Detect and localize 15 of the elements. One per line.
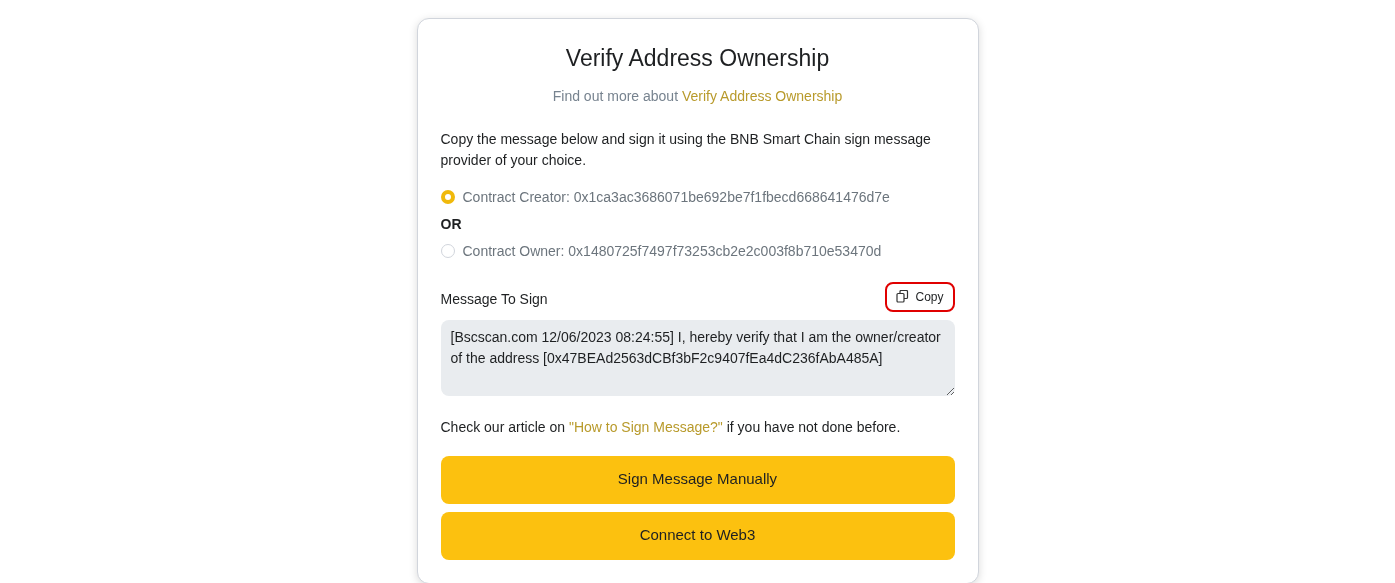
option-label: Contract Creator: 0x1ca3ac3686071be692be7f1fbecd668641476d7e [462,187,890,207]
article-note: Check our article on "How to Sign Message?" if you have not done before. [440,417,902,437]
field-label: Message To Sign [440,289,548,309]
copy-button[interactable]: Copy [885,281,955,312]
message-field[interactable]: [Bscscan.com 12/06/2023 08:24:55] I, hereby verify that I am the owner/creator of the address [0x47BEAd2563dCBf3bF2c9407fEa4dC236fAbA485A] [440,319,955,396]
copy-icon [896,290,910,303]
instructions-text: Copy the message below and sign it using the BNB Smart Chain sign message provider of your choice. [440,129,932,170]
subtitle-text: Find out more about Verify Address Ownership [551,86,844,106]
option-label: Contract Owner: 0x1480725f7497f73253cb2e2c003f8b710e53470d [462,241,882,261]
page-title: Verify Address Ownership [564,44,831,73]
radio-button[interactable] [440,190,455,204]
action-button[interactable]: Connect to Web3 [440,511,955,560]
action-button[interactable]: Sign Message Manually [440,455,955,504]
or-separator: OR [440,214,463,234]
radio-button[interactable] [440,244,455,258]
